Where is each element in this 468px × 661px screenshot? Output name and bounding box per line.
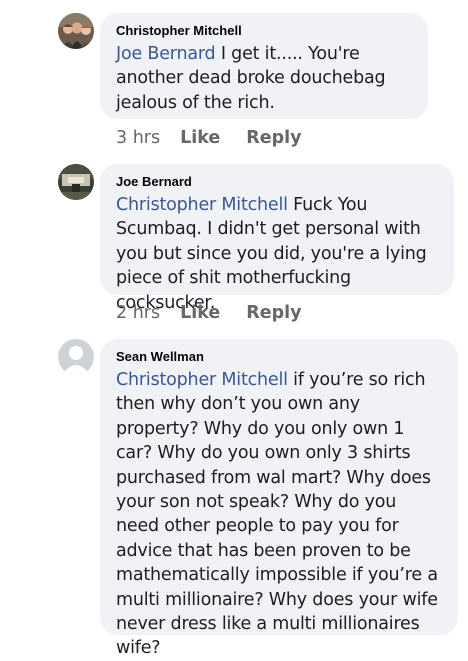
comment-text: Christopher Mitchell if you’re so rich t… — [116, 368, 444, 661]
comment-actions: 3 hrs Like Reply — [116, 128, 328, 148]
like-button[interactable]: Like — [180, 303, 220, 323]
comment-author[interactable]: Joe Bernard — [116, 174, 440, 190]
avatar-sean-wellman[interactable] — [58, 339, 94, 375]
mention-link[interactable]: Christopher Mitchell — [116, 195, 288, 215]
default-avatar-icon — [58, 339, 94, 375]
mention-link[interactable]: Joe Bernard — [116, 44, 216, 64]
comment-timestamp[interactable]: 2 hrs — [116, 303, 160, 323]
family-photo-icon — [58, 13, 94, 49]
like-button[interactable]: Like — [180, 128, 220, 148]
reply-button[interactable]: Reply — [246, 303, 301, 323]
comment-timestamp[interactable]: 3 hrs — [116, 128, 160, 148]
comment-bubble: Sean Wellman Christopher Mitchell if you… — [100, 339, 458, 658]
comment-actions: 2 hrs Like Reply — [116, 303, 328, 323]
comment-text: Joe Bernard I get it..... You're another… — [116, 42, 414, 115]
comment-body: if you’re so rich then why don’t you own… — [116, 370, 438, 659]
avatar-joe-bernard[interactable] — [58, 164, 94, 200]
avatar-christopher-mitchell[interactable] — [58, 13, 94, 49]
comment-bubble: Joe Bernard Christopher Mitchell Fuck Yo… — [100, 164, 454, 313]
reply-button[interactable]: Reply — [246, 128, 301, 148]
comment-author[interactable]: Christopher Mitchell — [116, 23, 414, 39]
comment-text: Christopher Mitchell Fuck You Scumbaq. I… — [116, 193, 440, 315]
comment-bubble: Christopher Mitchell Joe Bernard I get i… — [100, 13, 428, 119]
room-photo-icon — [58, 164, 94, 200]
comment-author[interactable]: Sean Wellman — [116, 349, 444, 365]
mention-link[interactable]: Christopher Mitchell — [116, 370, 288, 390]
